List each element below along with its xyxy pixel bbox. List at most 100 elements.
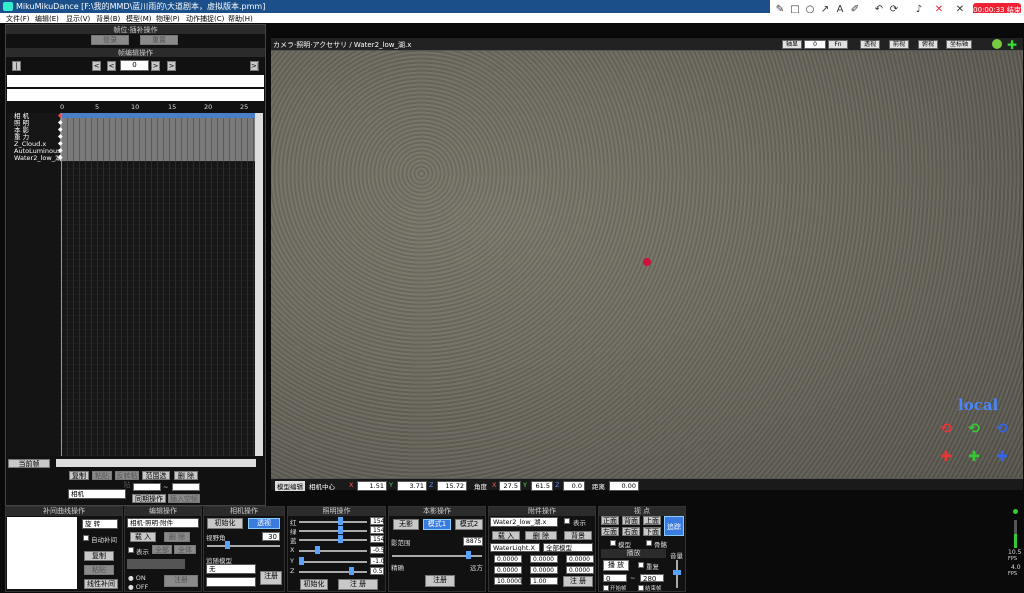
front-view-button[interactable]: 前视 <box>889 40 909 49</box>
view-front-button[interactable]: 正面 <box>601 516 619 525</box>
menu-view[interactable]: 显示(V) <box>66 14 90 24</box>
axis-button[interactable]: 轴显 <box>782 40 802 49</box>
accessory-rz-input[interactable]: 0.0000 <box>566 566 594 574</box>
target-select[interactable]: 相机 <box>68 489 126 499</box>
light-z-value[interactable]: 0.5 <box>370 567 384 575</box>
light-x-value[interactable]: -0.5 <box>370 546 385 554</box>
interp-curve-canvas[interactable] <box>7 517 77 589</box>
light-init-button[interactable]: 初始化 <box>300 579 328 590</box>
menu-motion-capture[interactable]: 动作捕捉(C) <box>186 14 224 24</box>
view-back-button[interactable]: 背面 <box>622 516 640 525</box>
center-y-field[interactable]: 3.71 <box>397 481 427 491</box>
range-from-input[interactable] <box>133 483 161 491</box>
accessory-rx-input[interactable]: 0.0000 <box>494 566 522 574</box>
light-y-value[interactable]: -1.0 <box>370 557 385 565</box>
camera-persp-button[interactable]: 透视 <box>248 518 280 529</box>
interp-paste-button[interactable]: 粘贴 <box>84 565 114 575</box>
light-x-knob[interactable] <box>315 546 320 554</box>
interp-on-radio[interactable]: ● ON <box>128 574 146 582</box>
accessory-bone-select[interactable]: WaterLight.X <box>490 543 540 552</box>
light-red-slider[interactable] <box>299 521 367 523</box>
delete-button[interactable]: 删 除 <box>174 471 198 480</box>
camera-target-icon[interactable] <box>643 258 651 266</box>
keyframe-icon[interactable]: ◆ <box>58 126 63 133</box>
reset-button[interactable]: 重置 <box>140 35 178 45</box>
edit-delete-button[interactable]: 删 除 <box>164 532 190 542</box>
sync-button[interactable]: 同期操作 <box>132 494 166 503</box>
camera-register-button[interactable]: 注册 <box>260 571 282 585</box>
view-model-checkbox[interactable] <box>610 540 616 546</box>
edit-target-select[interactable]: 相机·照明·附件 <box>127 518 199 528</box>
coord-axis-button[interactable]: 坐标轴 <box>946 40 972 49</box>
copy-button[interactable]: 复制 <box>69 471 89 480</box>
shadow-register-button[interactable]: 注册 <box>425 575 455 587</box>
accessory-load-button[interactable]: 载 入 <box>492 531 520 540</box>
light-red-knob[interactable] <box>338 517 343 525</box>
view-left-button[interactable]: 左面 <box>601 527 619 536</box>
accessory-scale-input[interactable]: 10.0000 <box>494 577 522 585</box>
light-x-slider[interactable] <box>299 550 367 552</box>
keyframe-icon[interactable]: ◆ <box>58 140 63 147</box>
edit-load-button[interactable]: 载 入 <box>130 532 156 542</box>
current-frame-button[interactable]: 当前帧 <box>8 459 50 468</box>
auto-interp-checkbox[interactable] <box>83 535 89 541</box>
light-green-knob[interactable] <box>338 526 343 534</box>
angle-x-field[interactable]: 27.5 <box>499 481 521 491</box>
viewport-number-field[interactable]: 0 <box>804 40 826 49</box>
light-blue-value[interactable]: 154 <box>370 535 384 543</box>
model-edit-tab[interactable]: 模型编辑 <box>275 481 305 491</box>
interp-off-radio[interactable]: ● OFF <box>128 583 148 591</box>
keyframe-icon[interactable]: ◆ <box>58 133 63 140</box>
light-z-knob[interactable] <box>349 567 354 575</box>
accessory-x-input[interactable]: 0.0000 <box>494 555 522 563</box>
angle-z-field[interactable]: 0.0 <box>563 481 585 491</box>
insert-empty-button[interactable]: 插入空帧 <box>168 494 200 503</box>
accessory-transparency-input[interactable]: 1.00 <box>530 577 558 585</box>
play-start-input[interactable]: 0 <box>603 574 627 583</box>
edit-all-button[interactable]: 全部 <box>152 545 172 554</box>
timeline-hscrollbar[interactable] <box>56 459 256 467</box>
play-end-checkbox[interactable] <box>638 585 644 591</box>
range-to-input[interactable] <box>172 483 200 491</box>
move-z-icon[interactable]: ✚ <box>992 448 1012 466</box>
viewport-tab[interactable]: カメラ·照明·アクセサリ / Water2_low_湖.x <box>273 40 411 50</box>
shadow-range-knob[interactable] <box>466 551 471 559</box>
play-end-input[interactable]: 280 <box>640 574 664 583</box>
timeline-vscrollbar[interactable] <box>255 113 263 456</box>
prev-key-button[interactable]: < <box>92 61 101 71</box>
light-y-knob[interactable] <box>299 557 304 565</box>
move-y-icon[interactable]: ✚ <box>964 448 984 466</box>
menu-physics[interactable]: 物理(P) <box>156 14 180 24</box>
coordinate-mode-label[interactable]: local <box>958 396 998 414</box>
fov-input[interactable]: 30 <box>262 532 280 541</box>
repeat-checkbox[interactable] <box>638 562 644 568</box>
play-button[interactable]: 播 放 <box>603 560 629 571</box>
light-blue-knob[interactable] <box>338 535 343 543</box>
perspective-button[interactable]: 透视 <box>860 40 880 49</box>
follow-model-select[interactable]: 无 <box>206 564 256 574</box>
view-track-button[interactable]: 追踪 <box>664 516 684 536</box>
shadow-range-input[interactable]: 8875 <box>463 537 483 546</box>
track-water[interactable]: Water2_low_湖 <box>14 155 61 162</box>
reverse-paste-button[interactable]: 反转粘贴 <box>115 471 139 489</box>
light-blue-slider[interactable] <box>299 539 367 541</box>
volume-knob[interactable] <box>673 570 681 575</box>
accessory-background-button[interactable]: 背景 <box>564 531 592 540</box>
move-x-icon[interactable]: ✚ <box>936 448 956 466</box>
register-button[interactable]: 登录 <box>91 35 129 45</box>
keyframe-icon[interactable]: ◆ <box>58 154 63 161</box>
light-register-button[interactable]: 注 册 <box>338 579 378 590</box>
center-z-field[interactable]: 15.72 <box>437 481 467 491</box>
view-bone-checkbox[interactable] <box>646 540 652 546</box>
fov-slider-knob[interactable] <box>225 541 230 549</box>
accessory-select[interactable]: Water2_low_湖.x <box>490 517 558 527</box>
rotate-y-icon[interactable]: ⟲ <box>964 420 984 438</box>
camera-init-button[interactable]: 初始化 <box>207 518 243 529</box>
last-frame-button[interactable]: >| <box>250 61 259 71</box>
distance-field[interactable]: 0.00 <box>609 481 639 491</box>
light-green-value[interactable]: 154 <box>370 526 384 534</box>
frame-input[interactable]: 0 <box>120 60 149 71</box>
zoom-icon[interactable] <box>992 39 1002 49</box>
accessory-show-checkbox[interactable] <box>564 518 570 524</box>
light-green-slider[interactable] <box>299 530 367 532</box>
